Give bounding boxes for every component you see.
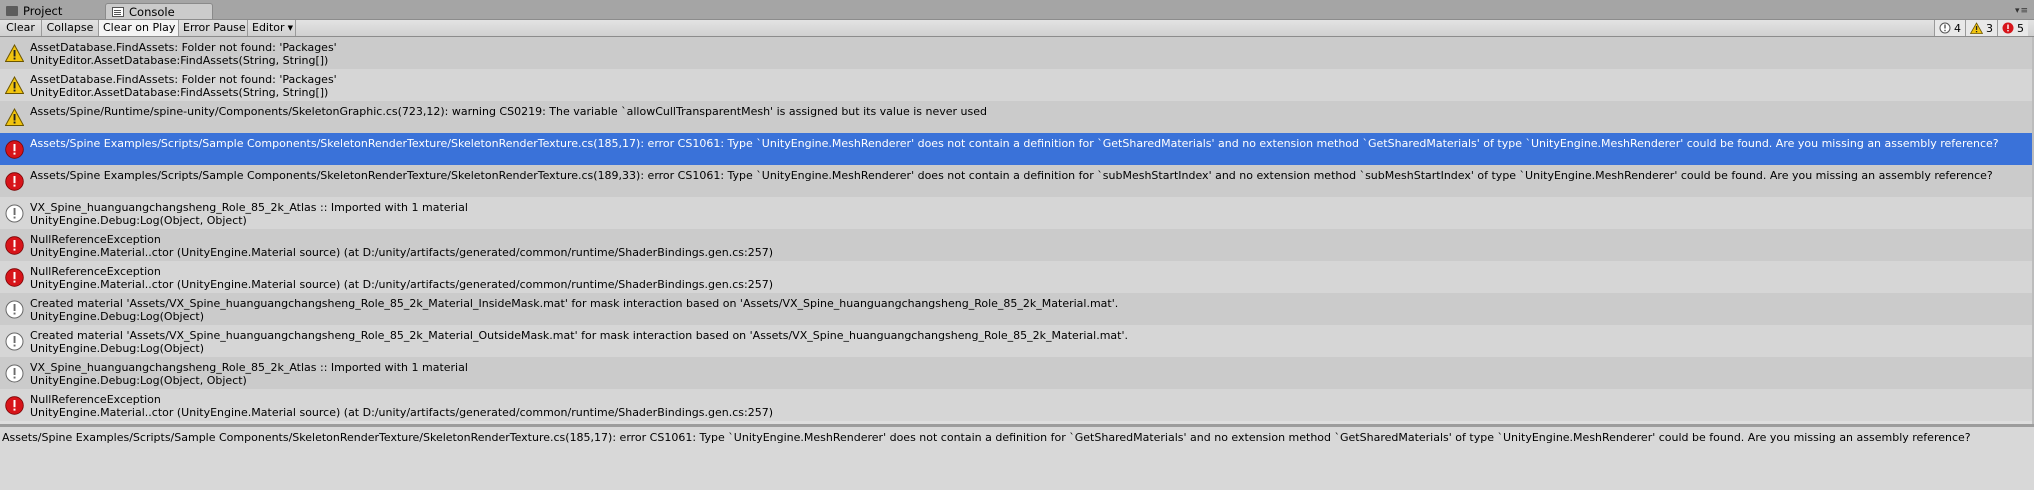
log-entry[interactable]: Assets/Spine Examples/Scripts/Sample Com… bbox=[0, 165, 2034, 197]
info-icon bbox=[5, 300, 24, 319]
editor-dropdown-label: Editor bbox=[252, 21, 285, 34]
error-icon bbox=[5, 396, 24, 415]
log-stacktrace: UnityEngine.Debug:Log(Object, Object) bbox=[30, 214, 247, 227]
panel-menu-icon[interactable]: ▾≡ bbox=[2015, 6, 2029, 16]
warning-count: 3 bbox=[1986, 21, 1993, 35]
log-entry[interactable]: Created material 'Assets/VX_Spine_huangu… bbox=[0, 325, 2034, 357]
warning-icon bbox=[4, 75, 25, 95]
log-stacktrace: UnityEngine.Material..ctor (UnityEngine.… bbox=[30, 406, 773, 419]
log-message: Assets/Spine Examples/Scripts/Sample Com… bbox=[30, 137, 1999, 150]
log-stacktrace: UnityEngine.Material..ctor (UnityEngine.… bbox=[30, 278, 773, 291]
log-detail[interactable]: Assets/Spine Examples/Scripts/Sample Com… bbox=[0, 427, 2034, 490]
log-entry[interactable]: NullReferenceException UnityEngine.Materi… bbox=[0, 229, 2034, 261]
log-message: Assets/Spine/Runtime/spine-unity/Compone… bbox=[30, 105, 987, 118]
info-icon bbox=[5, 332, 24, 351]
warning-icon bbox=[4, 43, 25, 63]
error-icon bbox=[5, 172, 24, 191]
log-message: AssetDatabase.FindAssets: Folder not fou… bbox=[30, 73, 337, 86]
console-icon bbox=[112, 6, 124, 17]
error-small-icon bbox=[2002, 22, 2014, 34]
tab-console-label: Console bbox=[129, 4, 175, 19]
editor-dropdown[interactable]: Editor ▼ bbox=[248, 20, 296, 36]
log-entry[interactable]: Assets/Spine/Runtime/spine-unity/Compone… bbox=[0, 101, 2034, 133]
warning-icon bbox=[4, 107, 25, 127]
log-message: NullReferenceException bbox=[30, 265, 161, 278]
log-message: NullReferenceException bbox=[30, 233, 161, 246]
log-message: Created material 'Assets/VX_Spine_huangu… bbox=[30, 329, 1128, 342]
info-icon bbox=[5, 204, 24, 223]
log-detail-text: Assets/Spine Examples/Scripts/Sample Com… bbox=[2, 431, 1971, 444]
chevron-down-icon: ▼ bbox=[287, 24, 293, 32]
error-icon bbox=[5, 268, 24, 287]
tab-strip: Project Console ▾≡ bbox=[0, 0, 2034, 19]
log-entry[interactable]: Created material 'Assets/VX_Spine_huangu… bbox=[0, 293, 2034, 325]
log-message: AssetDatabase.FindAssets: Folder not fou… bbox=[30, 41, 337, 54]
log-entry[interactable]: AssetDatabase.FindAssets: Folder not fou… bbox=[0, 69, 2034, 101]
clear-button[interactable]: Clear bbox=[0, 20, 42, 36]
warning-count-toggle[interactable]: 3 bbox=[1965, 20, 1997, 36]
collapse-button[interactable]: Collapse bbox=[42, 20, 99, 36]
log-entry[interactable]: VX_Spine_huanguangchangsheng_Role_85_2k_… bbox=[0, 357, 2034, 389]
log-message: NullReferenceException bbox=[30, 393, 161, 406]
info-icon bbox=[5, 364, 24, 383]
clear-on-play-toggle[interactable]: Clear on Play bbox=[99, 20, 179, 36]
log-message: VX_Spine_huanguangchangsheng_Role_85_2k_… bbox=[30, 201, 468, 214]
error-count: 5 bbox=[2017, 21, 2024, 35]
folder-icon bbox=[6, 6, 18, 16]
tab-console[interactable]: Console bbox=[105, 3, 213, 19]
log-message: VX_Spine_huanguangchangsheng_Role_85_2k_… bbox=[30, 361, 468, 374]
log-stacktrace: UnityEditor.AssetDatabase:FindAssets(Str… bbox=[30, 54, 329, 67]
tab-project-label: Project bbox=[23, 4, 63, 18]
log-entry[interactable]: Assets/Spine Examples/Scripts/Sample Com… bbox=[0, 133, 2034, 165]
tab-project[interactable]: Project bbox=[0, 3, 100, 19]
warning-small-icon bbox=[1970, 22, 1983, 34]
log-count-toggles: 4 3 5 bbox=[1934, 20, 2028, 36]
info-count-toggle[interactable]: 4 bbox=[1934, 20, 1965, 36]
log-stacktrace: UnityEngine.Debug:Log(Object) bbox=[30, 342, 205, 355]
log-entry[interactable]: AssetDatabase.FindAssets: Folder not fou… bbox=[0, 37, 2034, 69]
error-icon bbox=[5, 236, 24, 255]
log-list[interactable]: AssetDatabase.FindAssets: Folder not fou… bbox=[0, 37, 2034, 424]
log-message: Created material 'Assets/VX_Spine_huangu… bbox=[30, 297, 1119, 310]
error-pause-toggle[interactable]: Error Pause bbox=[179, 20, 248, 36]
log-stacktrace: UnityEngine.Debug:Log(Object, Object) bbox=[30, 374, 247, 387]
log-stacktrace: UnityEngine.Debug:Log(Object) bbox=[30, 310, 205, 323]
log-entry[interactable]: NullReferenceException UnityEngine.Materi… bbox=[0, 261, 2034, 293]
error-count-toggle[interactable]: 5 bbox=[1997, 20, 2028, 36]
info-small-icon bbox=[1939, 22, 1951, 34]
info-count: 4 bbox=[1954, 21, 1961, 35]
log-stacktrace: UnityEditor.AssetDatabase:FindAssets(Str… bbox=[30, 86, 329, 99]
error-icon bbox=[5, 140, 24, 159]
console-toolbar: Clear Collapse Clear on Play Error Pause… bbox=[0, 19, 2034, 37]
log-message: Assets/Spine Examples/Scripts/Sample Com… bbox=[30, 169, 1993, 182]
log-entry[interactable]: VX_Spine_huanguangchangsheng_Role_85_2k_… bbox=[0, 197, 2034, 229]
log-entry[interactable]: NullReferenceException UnityEngine.Materi… bbox=[0, 389, 2034, 421]
log-stacktrace: UnityEngine.Material..ctor (UnityEngine.… bbox=[30, 246, 773, 259]
